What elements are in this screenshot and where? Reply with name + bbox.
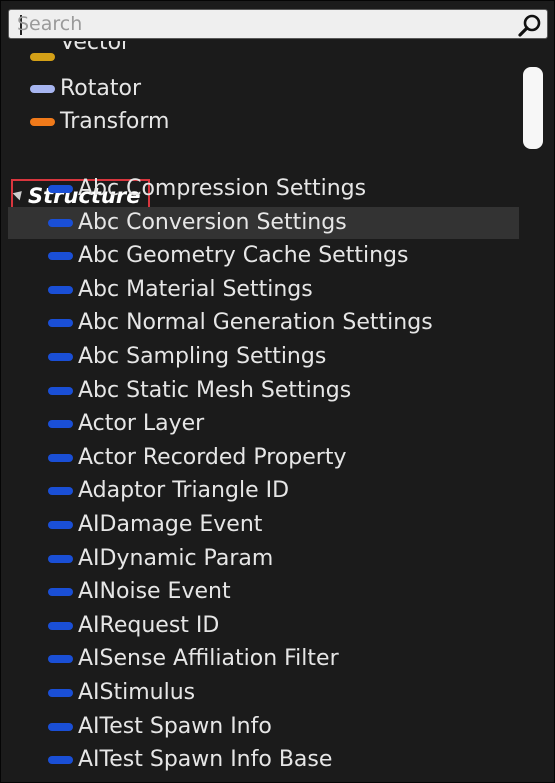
struct-type-pill-icon (48, 285, 73, 294)
struct-type-pill-icon (48, 554, 73, 563)
list-item[interactable]: AINoise Event (8, 576, 519, 608)
struct-type-pill-icon (48, 319, 73, 328)
list-item-label: Abc Conversion Settings (78, 209, 347, 235)
search-icon[interactable] (517, 13, 543, 37)
list-item-label: AIRequest ID (78, 612, 220, 638)
list-item[interactable]: AITest Spawn Info (8, 711, 519, 743)
list-item-label: Abc Compression Settings (78, 176, 367, 201)
vector-type-pill-icon (30, 53, 55, 61)
list-item-label: Abc Geometry Cache Settings (78, 243, 409, 269)
list-item[interactable]: Adaptor Triangle ID (8, 475, 519, 507)
list-item-label: AINoise Event (78, 579, 231, 605)
list-item[interactable]: Abc Compression Settings (8, 173, 519, 205)
struct-type-pill-icon (48, 353, 73, 361)
list-item[interactable]: AISense Affiliation Filter (8, 643, 519, 675)
scrollbar-thumb[interactable] (523, 67, 543, 149)
list-item-vector[interactable]: Vector (8, 41, 519, 73)
search-input[interactable] (17, 11, 517, 37)
list-item-label: AIDamage Event (78, 512, 263, 537)
struct-type-pill-icon (48, 689, 73, 697)
list-item-label: Actor Layer (78, 411, 205, 437)
list-item[interactable]: AIStimulus (8, 677, 519, 709)
list-item[interactable]: AIRequest ID (8, 610, 519, 642)
struct-type-pill-icon (48, 420, 73, 429)
list-item-transform[interactable]: Transform (8, 106, 519, 138)
list-item[interactable]: Abc Conversion Settings (8, 206, 519, 239)
struct-type-pill-icon (48, 655, 73, 664)
list-item-label: Abc Static Mesh Settings (78, 377, 352, 403)
list-item[interactable]: Abc Material Settings (8, 274, 519, 306)
struct-type-pill-icon (48, 218, 73, 227)
transform-type-pill-icon (30, 118, 55, 126)
rotator-type-pill-icon (30, 85, 55, 93)
struct-type-pill-icon (48, 722, 73, 731)
list-item-label: AISense Affiliation Filter (78, 646, 339, 672)
struct-type-pill-icon (48, 487, 73, 496)
struct-type-pill-icon (48, 521, 73, 529)
type-picker-panel: Vector Rotator Transform Structure Abc C… (0, 0, 555, 783)
list-item[interactable]: Abc Sampling Settings (8, 341, 519, 373)
search-box[interactable] (8, 9, 548, 39)
list-item[interactable]: Abc Normal Generation Settings (8, 307, 519, 339)
list-item-label: Abc Sampling Settings (78, 344, 327, 369)
struct-type-pill-icon (48, 185, 73, 193)
list-item-label: AITest Spawn Info Base (78, 747, 333, 773)
list-item-label: AIStimulus (78, 680, 196, 705)
list-item-label: AIDynamic Param (78, 545, 274, 571)
list-item[interactable]: Actor Layer (8, 408, 519, 440)
struct-type-pill-icon (48, 756, 73, 765)
list-item[interactable]: AITest Spawn Info Base (8, 744, 519, 776)
list-item-label: Vector (60, 41, 131, 55)
struct-type-pill-icon (48, 386, 73, 395)
list-item[interactable]: AIDynamic Param (8, 543, 519, 575)
struct-type-pill-icon (48, 588, 73, 597)
list-item[interactable]: Abc Geometry Cache Settings (8, 240, 519, 272)
list-item-label: Transform (60, 109, 170, 134)
struct-type-pill-icon (48, 453, 73, 462)
type-list[interactable]: Vector Rotator Transform Structure Abc C… (1, 41, 521, 781)
struct-type-pill-icon (48, 252, 73, 261)
list-item-label: Actor Recorded Property (78, 444, 347, 470)
struct-type-pill-icon (48, 621, 73, 630)
list-item-label: Adaptor Triangle ID (78, 478, 290, 504)
list-item[interactable]: AIDamage Event (8, 509, 519, 541)
list-item-label: Abc Material Settings (78, 276, 313, 302)
list-item-label: AITest Spawn Info (78, 713, 272, 739)
list-item-rotator[interactable]: Rotator (8, 73, 519, 105)
list-item[interactable]: Abc Static Mesh Settings (8, 375, 519, 407)
list-item-label: Rotator (60, 76, 141, 101)
list-item-label: Abc Normal Generation Settings (78, 310, 433, 336)
list-item[interactable]: Actor Recorded Property (8, 442, 519, 474)
